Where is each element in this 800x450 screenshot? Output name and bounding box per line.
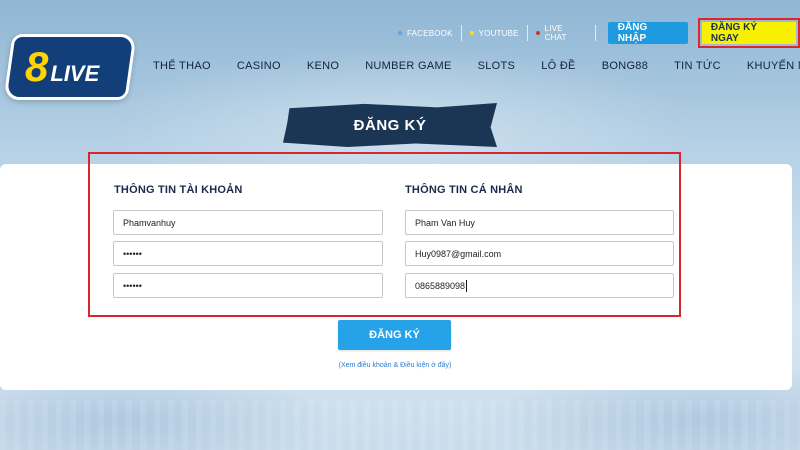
logo-word: LIVE (50, 61, 100, 86)
register-now-button[interactable]: ĐĂNG KÝ NGAY (701, 22, 796, 44)
login-button[interactable]: ĐĂNG NHẬP (607, 22, 688, 44)
live-chat-dot-icon (535, 31, 540, 35)
divider (594, 25, 596, 41)
facebook-link[interactable]: FACEBOOK (390, 29, 461, 38)
youtube-link-label: YOUTUBE (478, 28, 519, 38)
facebook-link-label: FACEBOOK (407, 28, 453, 38)
nav-item-bong88[interactable]: BONG88 (589, 60, 661, 72)
nav-item-tin-tuc[interactable]: TIN TỨC (661, 60, 734, 72)
nav-item-casino[interactable]: CASINO (224, 60, 294, 72)
nav-item-number-game[interactable]: NUMBER GAME (352, 60, 464, 72)
nav-item-lo-de[interactable]: LÔ ĐỀ (528, 60, 589, 72)
register-now-highlight: ĐĂNG KÝ NGAY (697, 18, 800, 48)
top-utility-bar: FACEBOOK YOUTUBE LIVE CHAT ĐĂNG NHẬP ĐĂN… (390, 18, 800, 48)
logo-wordmark: 8 LIVE (25, 43, 100, 90)
live-chat-link-label: LIVE CHAT (544, 24, 567, 42)
form-highlight-box (88, 152, 681, 317)
live-chat-link[interactable]: LIVE CHAT (528, 24, 595, 42)
nav-item-the-thao[interactable]: THỂ THAO (140, 60, 224, 72)
page-title-banner: ĐĂNG KÝ (283, 103, 497, 147)
youtube-dot-icon (469, 31, 474, 35)
register-submit-button[interactable]: ĐĂNG KÝ (338, 320, 451, 350)
page-title: ĐĂNG KÝ (353, 116, 427, 134)
stadium-stands (0, 400, 800, 450)
main-nav: THỂ THAO CASINO KENO NUMBER GAME SLOTS L… (140, 60, 800, 72)
site-logo[interactable]: 8 LIVE (3, 34, 137, 100)
nav-item-slots[interactable]: SLOTS (465, 60, 529, 72)
nav-item-khuyen-mai[interactable]: KHUYẾN MÃI (734, 60, 800, 72)
youtube-link[interactable]: YOUTUBE (462, 29, 527, 38)
terms-link[interactable]: (Xem điều khoản & Điều kiện ở đây) (300, 362, 490, 369)
logo-number: 8 (25, 43, 49, 90)
nav-item-keno[interactable]: KENO (294, 60, 352, 72)
facebook-dot-icon (398, 31, 402, 35)
